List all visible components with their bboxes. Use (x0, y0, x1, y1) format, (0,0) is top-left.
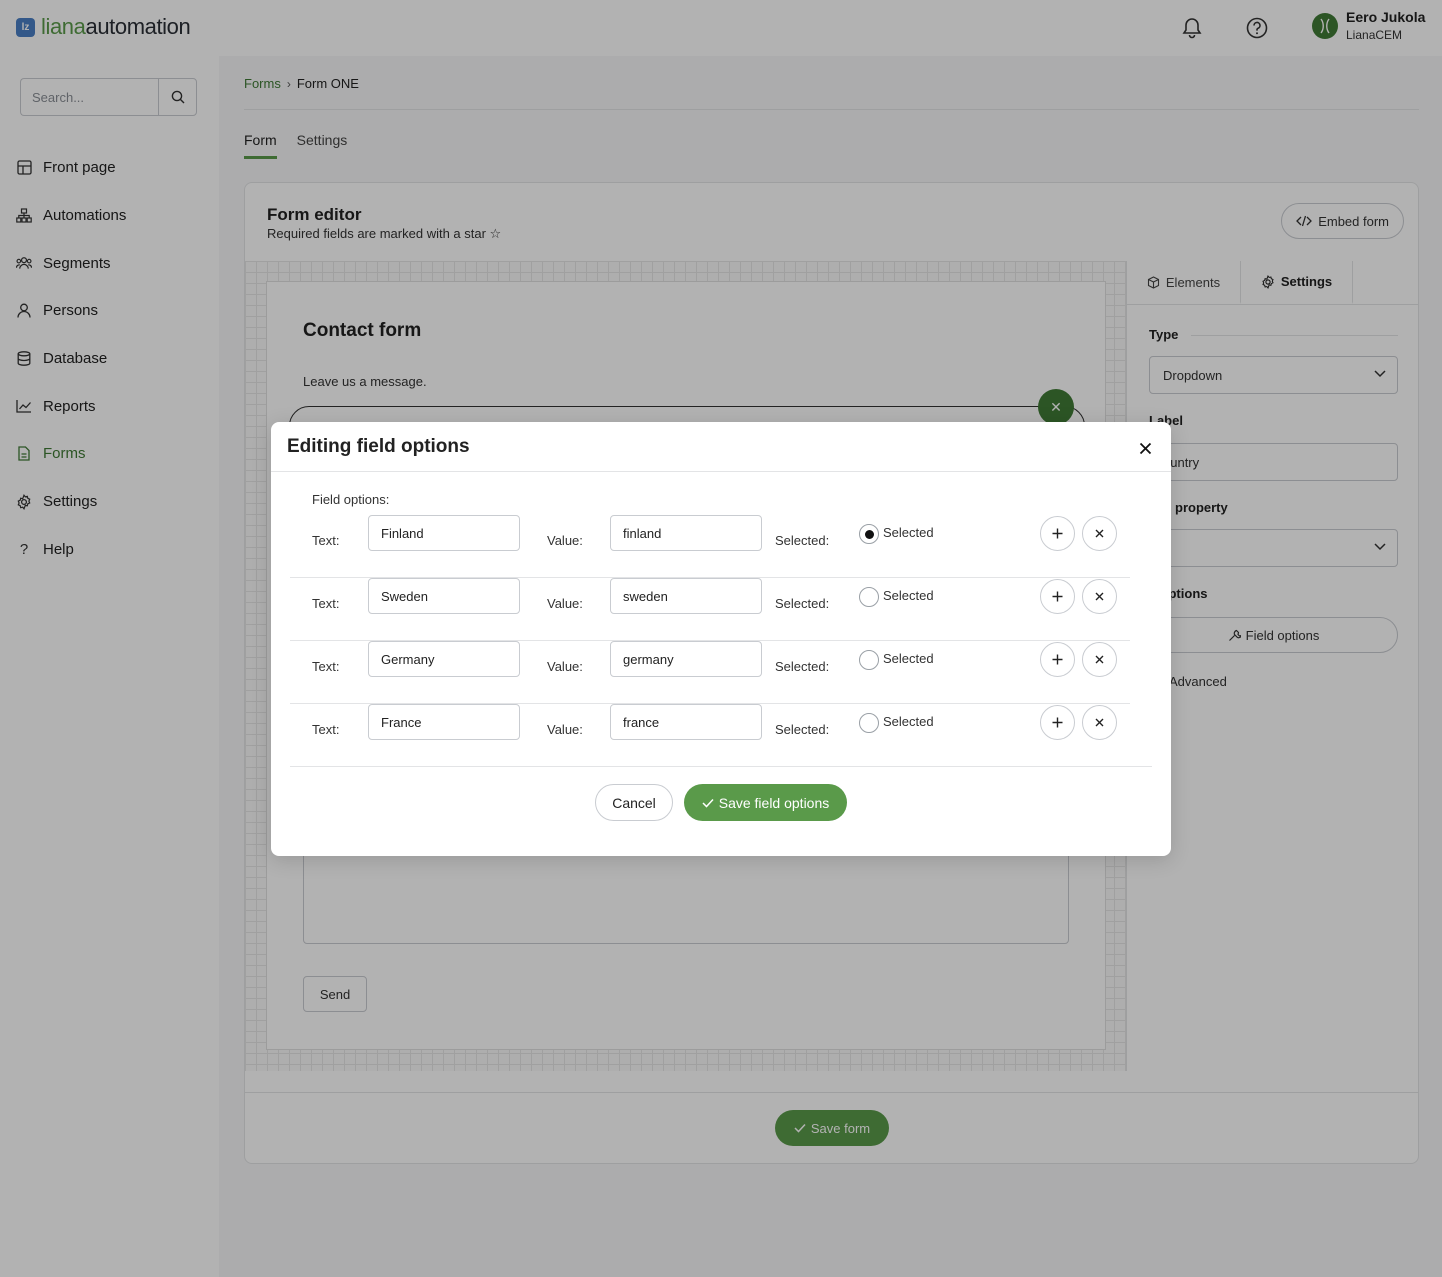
remove-option-button[interactable] (1082, 579, 1117, 614)
text-label: Text: (312, 722, 340, 737)
option-row: Text: Value: Selected: Selected (290, 641, 1130, 704)
option-row: Text: Value: Selected: Selected (290, 515, 1130, 578)
option-text-input[interactable] (368, 578, 520, 614)
field-options-label: Field options: (312, 492, 390, 507)
selected-radio-label[interactable]: Selected (883, 651, 934, 666)
remove-option-button[interactable] (1082, 642, 1117, 677)
text-label: Text: (312, 596, 340, 611)
value-label: Value: (547, 596, 583, 611)
close-icon (1095, 655, 1104, 664)
selected-radio[interactable] (859, 650, 879, 670)
selected-radio[interactable] (859, 524, 879, 544)
option-value-input[interactable] (610, 578, 762, 614)
dialog-title: Editing field options (287, 436, 470, 457)
value-label: Value: (547, 722, 583, 737)
check-icon (702, 798, 714, 808)
option-value-input[interactable] (610, 515, 762, 551)
selected-radio[interactable] (859, 713, 879, 733)
option-text-input[interactable] (368, 704, 520, 740)
option-text-input[interactable] (368, 515, 520, 551)
selected-radio-label[interactable]: Selected (883, 525, 934, 540)
selected-radio-label[interactable]: Selected (883, 714, 934, 729)
value-label: Value: (547, 659, 583, 674)
value-label: Value: (547, 533, 583, 548)
remove-option-button[interactable] (1082, 516, 1117, 551)
add-option-button[interactable] (1040, 579, 1075, 614)
plus-icon (1052, 654, 1063, 665)
divider (271, 471, 1171, 472)
field-options-dialog: Editing field options Field options: Tex… (271, 422, 1171, 856)
plus-icon (1052, 528, 1063, 539)
plus-icon (1052, 717, 1063, 728)
option-row: Text: Value: Selected: Selected (290, 704, 1130, 767)
add-option-button[interactable] (1040, 705, 1075, 740)
remove-option-button[interactable] (1082, 705, 1117, 740)
close-icon (1095, 718, 1104, 727)
close-icon (1139, 442, 1151, 454)
selected-radio[interactable] (859, 587, 879, 607)
close-icon (1095, 592, 1104, 601)
divider (290, 766, 1152, 767)
option-value-input[interactable] (610, 641, 762, 677)
selected-label: Selected: (775, 659, 830, 674)
option-value-input[interactable] (610, 704, 762, 740)
plus-icon (1052, 591, 1063, 602)
text-label: Text: (312, 659, 340, 674)
cancel-button[interactable]: Cancel (595, 784, 673, 821)
close-dialog-button[interactable] (1135, 438, 1155, 458)
add-option-button[interactable] (1040, 516, 1075, 551)
add-option-button[interactable] (1040, 642, 1075, 677)
selected-label: Selected: (775, 596, 830, 611)
text-label: Text: (312, 533, 340, 548)
selected-radio-label[interactable]: Selected (883, 588, 934, 603)
close-icon (1095, 529, 1104, 538)
option-row: Text: Value: Selected: Selected (290, 578, 1130, 641)
selected-label: Selected: (775, 533, 830, 548)
selected-label: Selected: (775, 722, 830, 737)
option-text-input[interactable] (368, 641, 520, 677)
save-field-options-button[interactable]: Save field options (684, 784, 847, 821)
